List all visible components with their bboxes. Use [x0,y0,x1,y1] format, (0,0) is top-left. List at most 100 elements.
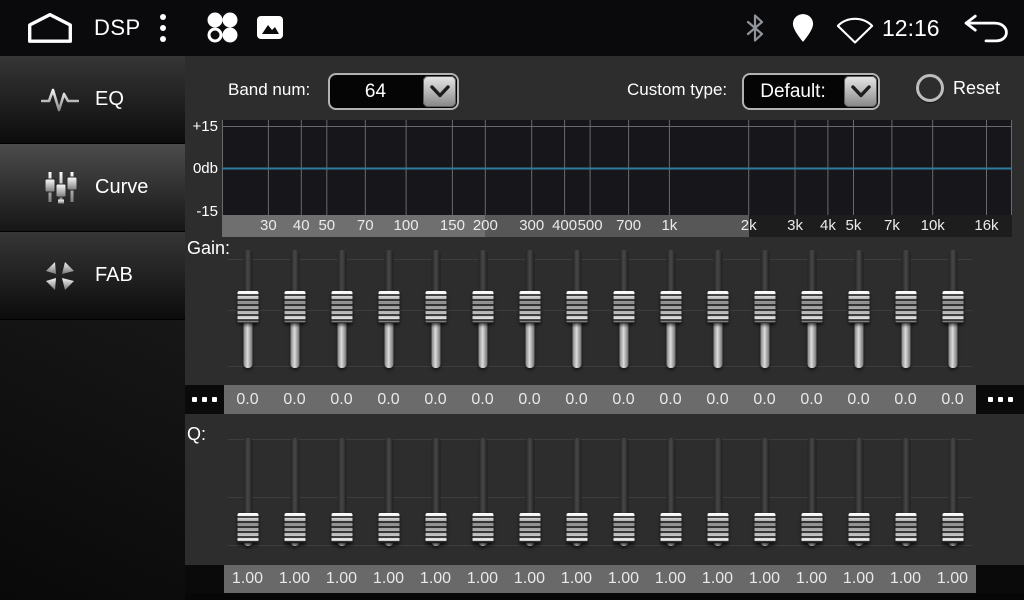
gallery-icon[interactable] [256,15,284,40]
chevron-down-icon[interactable] [423,76,456,107]
gain-slider-thumb[interactable] [284,291,305,323]
gain-slider-thumb[interactable] [613,291,634,323]
sidebar-item-label: EQ [95,88,124,111]
gain-slider[interactable] [600,244,647,374]
q-slider[interactable] [365,432,412,562]
gain-slider[interactable] [694,244,741,374]
sidebar-item-fab[interactable]: FAB [0,232,185,320]
gain-slider-thumb[interactable] [519,291,540,323]
sidebar-item-eq[interactable]: EQ [0,56,185,144]
freq-tick-label: 1k [661,215,677,237]
band-num-dropdown[interactable]: 64 [328,73,459,110]
gain-more-right-button[interactable] [976,385,1024,414]
gain-slider[interactable] [506,244,553,374]
gain-slider-thumb[interactable] [331,291,352,323]
q-slider[interactable] [459,432,506,562]
ellipsis-icon [192,397,217,402]
home-icon[interactable] [26,13,74,43]
q-slider-thumb[interactable] [331,513,352,543]
gain-slider-thumb[interactable] [237,291,258,323]
gain-value-cell: 0.0 [553,385,600,414]
gain-slider[interactable] [224,244,271,374]
freq-tick-label: 400 [552,215,577,237]
q-value-cell: 1.00 [412,565,459,593]
gain-slider[interactable] [647,244,694,374]
gain-slider[interactable] [412,244,459,374]
q-value-cell: 1.00 [929,565,976,593]
q-slider[interactable] [929,432,976,562]
q-label: Q: [187,424,206,445]
gain-slider-thumb[interactable] [942,291,963,323]
q-slider-thumb[interactable] [754,513,775,543]
gain-slider[interactable] [929,244,976,374]
q-slider[interactable] [600,432,647,562]
chevron-down-icon[interactable] [844,76,877,107]
q-slider[interactable] [835,432,882,562]
sidebar-item-label: Curve [95,176,148,199]
q-slider[interactable] [694,432,741,562]
gain-slider-thumb[interactable] [566,291,587,323]
q-slider[interactable] [647,432,694,562]
gain-slider[interactable] [553,244,600,374]
reset-button[interactable]: Reset [916,74,1000,102]
gain-slider-thumb[interactable] [472,291,493,323]
q-slider-thumb[interactable] [519,513,540,543]
q-slider[interactable] [882,432,929,562]
gain-slider[interactable] [882,244,929,374]
freq-tick-label: 10k [921,215,945,237]
sidebar-item-curve[interactable]: Curve [0,144,185,232]
gain-slider[interactable] [741,244,788,374]
gain-slider-thumb[interactable] [378,291,399,323]
q-slider-thumb[interactable] [566,513,587,543]
q-slider[interactable] [318,432,365,562]
q-slider-thumb[interactable] [284,513,305,543]
gain-value-cell: 0.0 [835,385,882,414]
gain-slider[interactable] [459,244,506,374]
gain-value-cell: 0.0 [647,385,694,414]
overflow-menu-icon[interactable] [158,13,168,43]
q-slider-thumb[interactable] [895,513,916,543]
gain-slider-thumb[interactable] [754,291,775,323]
gain-slider-thumb[interactable] [707,291,728,323]
freq-tick-label: 5k [846,215,862,237]
q-value-cell: 1.00 [318,565,365,593]
gain-slider[interactable] [365,244,412,374]
bottom-edge-bar [185,593,1024,600]
q-slider-thumb[interactable] [378,513,399,543]
gain-slider[interactable] [271,244,318,374]
q-value-cell: 1.00 [788,565,835,593]
q-slider-thumb[interactable] [613,513,634,543]
q-slider-thumb[interactable] [801,513,822,543]
q-slider-thumb[interactable] [942,513,963,543]
q-slider-thumb[interactable] [425,513,446,543]
gain-slider[interactable] [318,244,365,374]
custom-type-dropdown[interactable]: Default: [742,73,880,110]
q-slider-thumb[interactable] [237,513,258,543]
q-slider-thumb[interactable] [707,513,728,543]
gain-slider-thumb[interactable] [660,291,681,323]
curve-plot[interactable] [222,120,1012,215]
gain-slider[interactable] [835,244,882,374]
q-slider[interactable] [741,432,788,562]
q-slider[interactable] [788,432,835,562]
q-slider-thumb[interactable] [660,513,681,543]
q-slider[interactable] [224,432,271,562]
custom-type-label: Custom type: [627,80,727,100]
back-icon[interactable] [962,14,1010,43]
gain-slider-thumb[interactable] [895,291,916,323]
q-slider-thumb[interactable] [472,513,493,543]
gain-slider-thumb[interactable] [801,291,822,323]
q-slider[interactable] [553,432,600,562]
gain-slider-thumb[interactable] [425,291,446,323]
gain-slider[interactable] [788,244,835,374]
gain-more-left-button[interactable] [185,385,224,414]
q-slider[interactable] [412,432,459,562]
q-slider[interactable] [271,432,318,562]
gain-slider-thumb[interactable] [848,291,869,323]
q-slider-thumb[interactable] [848,513,869,543]
q-value-cell: 1.00 [365,565,412,593]
apps-icon[interactable] [204,11,240,45]
gain-value-row: 0.00.00.00.00.00.00.00.00.00.00.00.00.00… [224,385,976,414]
q-slider[interactable] [506,432,553,562]
curve-sliders-icon [40,171,80,205]
